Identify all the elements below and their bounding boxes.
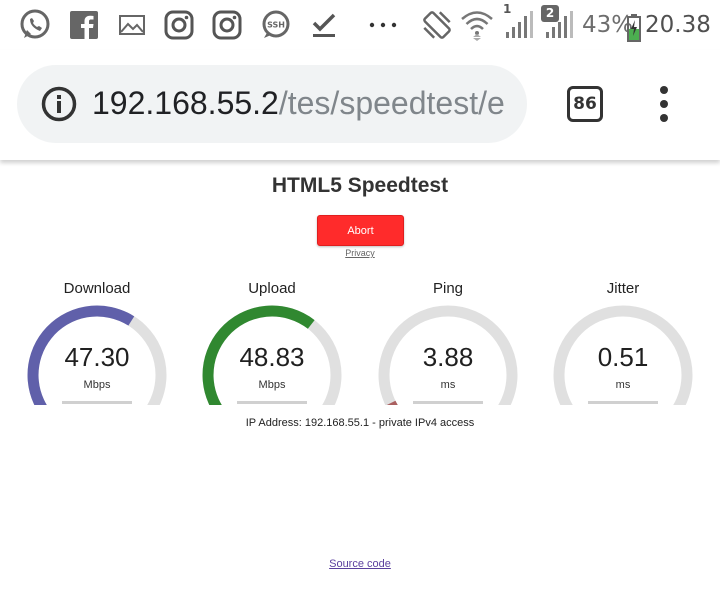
browser-toolbar: 192.168.55.2/tes/speedtest/e 86 <box>0 50 720 160</box>
wifi-icon <box>460 8 494 42</box>
gallery-icon <box>118 8 146 42</box>
gauge-value: 3.88 <box>422 342 474 372</box>
download-done-icon <box>310 8 338 42</box>
gauge-progress-bar <box>62 401 132 404</box>
gauge-value: 47.30 <box>64 342 130 372</box>
abort-button[interactable]: Abort <box>317 215 404 246</box>
battery-charging-icon <box>626 11 642 45</box>
gauge-value: 48.83 <box>239 342 305 372</box>
signal2-badge: 2 <box>541 5 559 22</box>
speedtest-page: HTML5 Speedtest Abort Privacy Download 47… <box>0 160 720 601</box>
url-host: 192.168.55.2 <box>92 85 279 121</box>
gauge-progress-bar <box>588 401 658 404</box>
gauge-value: 0.51 <box>597 342 649 372</box>
gauge-unit: ms <box>615 379 631 391</box>
tab-switcher-button[interactable]: 86 <box>567 86 603 122</box>
clock-time: 20.38 <box>645 12 711 38</box>
gauge-upload: Upload 48.83 Mbps <box>197 280 347 405</box>
gauge-unit: Mbps <box>258 379 286 391</box>
gauge-ping: Ping 3.88 ms <box>373 280 523 405</box>
vibrate-icon <box>420 8 454 42</box>
privacy-link[interactable]: Privacy <box>0 248 720 258</box>
url-text[interactable]: 192.168.55.2/tes/speedtest/e <box>92 83 512 123</box>
gauge-jitter: Jitter 0.51 ms <box>548 280 698 405</box>
url-path: /tes/speedtest/e <box>278 85 505 121</box>
instagram-icon <box>164 8 194 42</box>
more-dots-icon <box>368 8 398 42</box>
gauge-unit: ms <box>440 379 456 391</box>
status-bar: SSH 1 2 43% 20.38 <box>0 0 720 50</box>
gauge-progress-bar <box>237 401 307 404</box>
facebook-icon <box>70 8 98 42</box>
whatsapp-icon <box>18 8 52 42</box>
address-bar[interactable]: 192.168.55.2/tes/speedtest/e <box>17 65 527 143</box>
ssh-icon: SSH <box>260 8 292 42</box>
gauge-download: Download 47.30 Mbps <box>22 280 172 405</box>
gauge-unit: Mbps <box>83 379 111 391</box>
source-code-link[interactable]: Source code <box>0 558 720 570</box>
overflow-menu-icon[interactable] <box>652 84 676 124</box>
info-icon[interactable] <box>41 86 77 122</box>
ip-address-info: IP Address: 192.168.55.1 - private IPv4 … <box>245 417 475 429</box>
gauge-progress-bar <box>413 401 483 404</box>
instagram-icon <box>212 8 242 42</box>
page-title: HTML5 Speedtest <box>271 174 449 197</box>
signal1-badge: 1 <box>503 2 512 16</box>
svg-text:SSH: SSH <box>267 21 285 30</box>
gauge-fill <box>386 400 398 405</box>
